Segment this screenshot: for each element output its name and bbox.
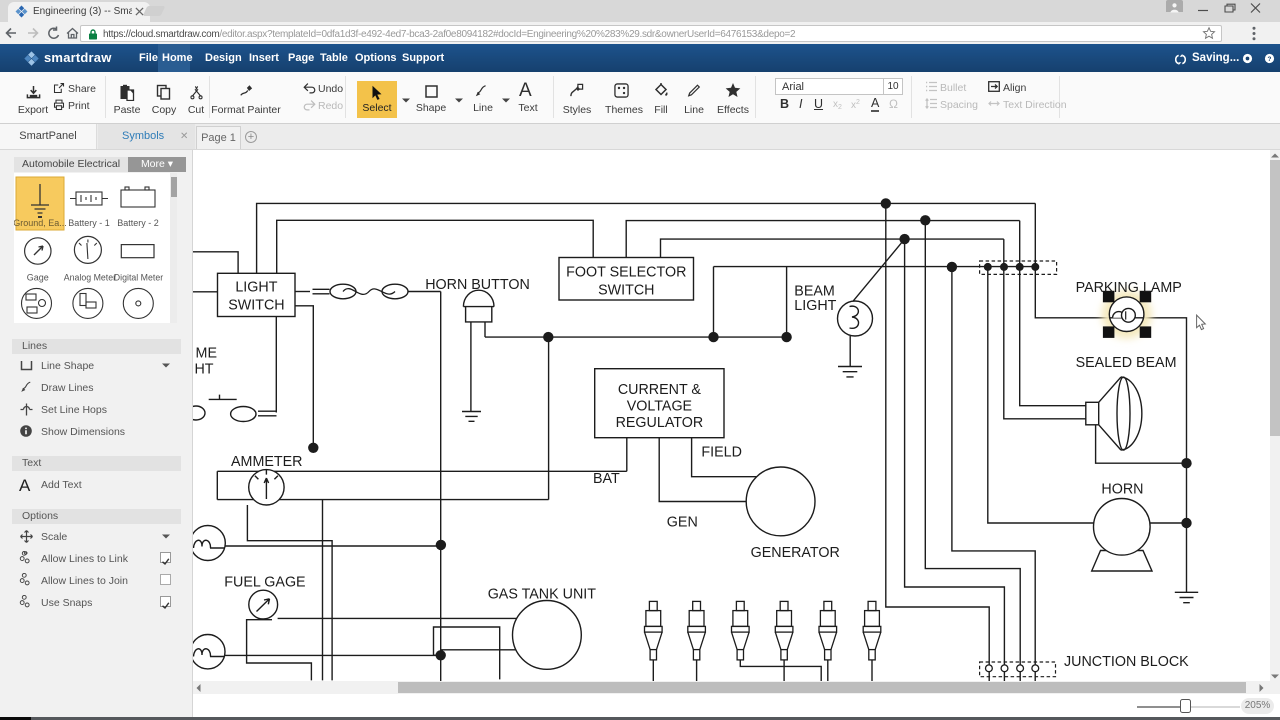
svg-text:HORN: HORN	[1101, 482, 1143, 498]
svg-text:GAS TANK UNIT: GAS TANK UNIT	[488, 587, 597, 603]
svg-text:SWITCH: SWITCH	[598, 283, 654, 299]
svg-text:Battery - 2: Battery - 2	[117, 218, 159, 228]
svg-text:VOLTAGE: VOLTAGE	[627, 399, 692, 415]
svg-text:AMMETER: AMMETER	[231, 454, 303, 470]
svg-text:Digital Meter: Digital Meter	[114, 273, 163, 283]
svg-text:Ground, Ea...: Ground, Ea...	[14, 218, 67, 228]
svg-text:LIGHT: LIGHT	[235, 280, 277, 296]
svg-text:BAT: BAT	[593, 471, 620, 487]
svg-text:SWITCH: SWITCH	[228, 298, 284, 314]
svg-text:?: ?	[1268, 56, 1272, 63]
svg-text:HORN BUTTON: HORN BUTTON	[425, 277, 530, 293]
svg-text:FIELD: FIELD	[701, 445, 742, 461]
svg-text:FOOT SELECTOR: FOOT SELECTOR	[566, 265, 686, 281]
svg-text:Battery - 1: Battery - 1	[68, 218, 110, 228]
svg-text:SEALED BEAM: SEALED BEAM	[1076, 355, 1177, 371]
svg-text:GEN: GEN	[667, 515, 698, 531]
svg-text:Gage: Gage	[27, 273, 49, 283]
svg-text:REGULATOR: REGULATOR	[616, 415, 704, 431]
svg-text:LIGHT: LIGHT	[794, 298, 836, 314]
svg-text:HT: HT	[194, 362, 213, 378]
svg-text:ME: ME	[196, 346, 217, 362]
svg-text:JUNCTION BLOCK: JUNCTION BLOCK	[1064, 654, 1189, 670]
svg-text:FUEL GAGE: FUEL GAGE	[224, 575, 305, 591]
svg-text:CURRENT &: CURRENT &	[618, 382, 702, 398]
svg-text:GENERATOR: GENERATOR	[751, 545, 840, 561]
svg-text:PARKING LAMP: PARKING LAMP	[1076, 280, 1182, 296]
svg-text:Analog Meter: Analog Meter	[64, 273, 116, 283]
